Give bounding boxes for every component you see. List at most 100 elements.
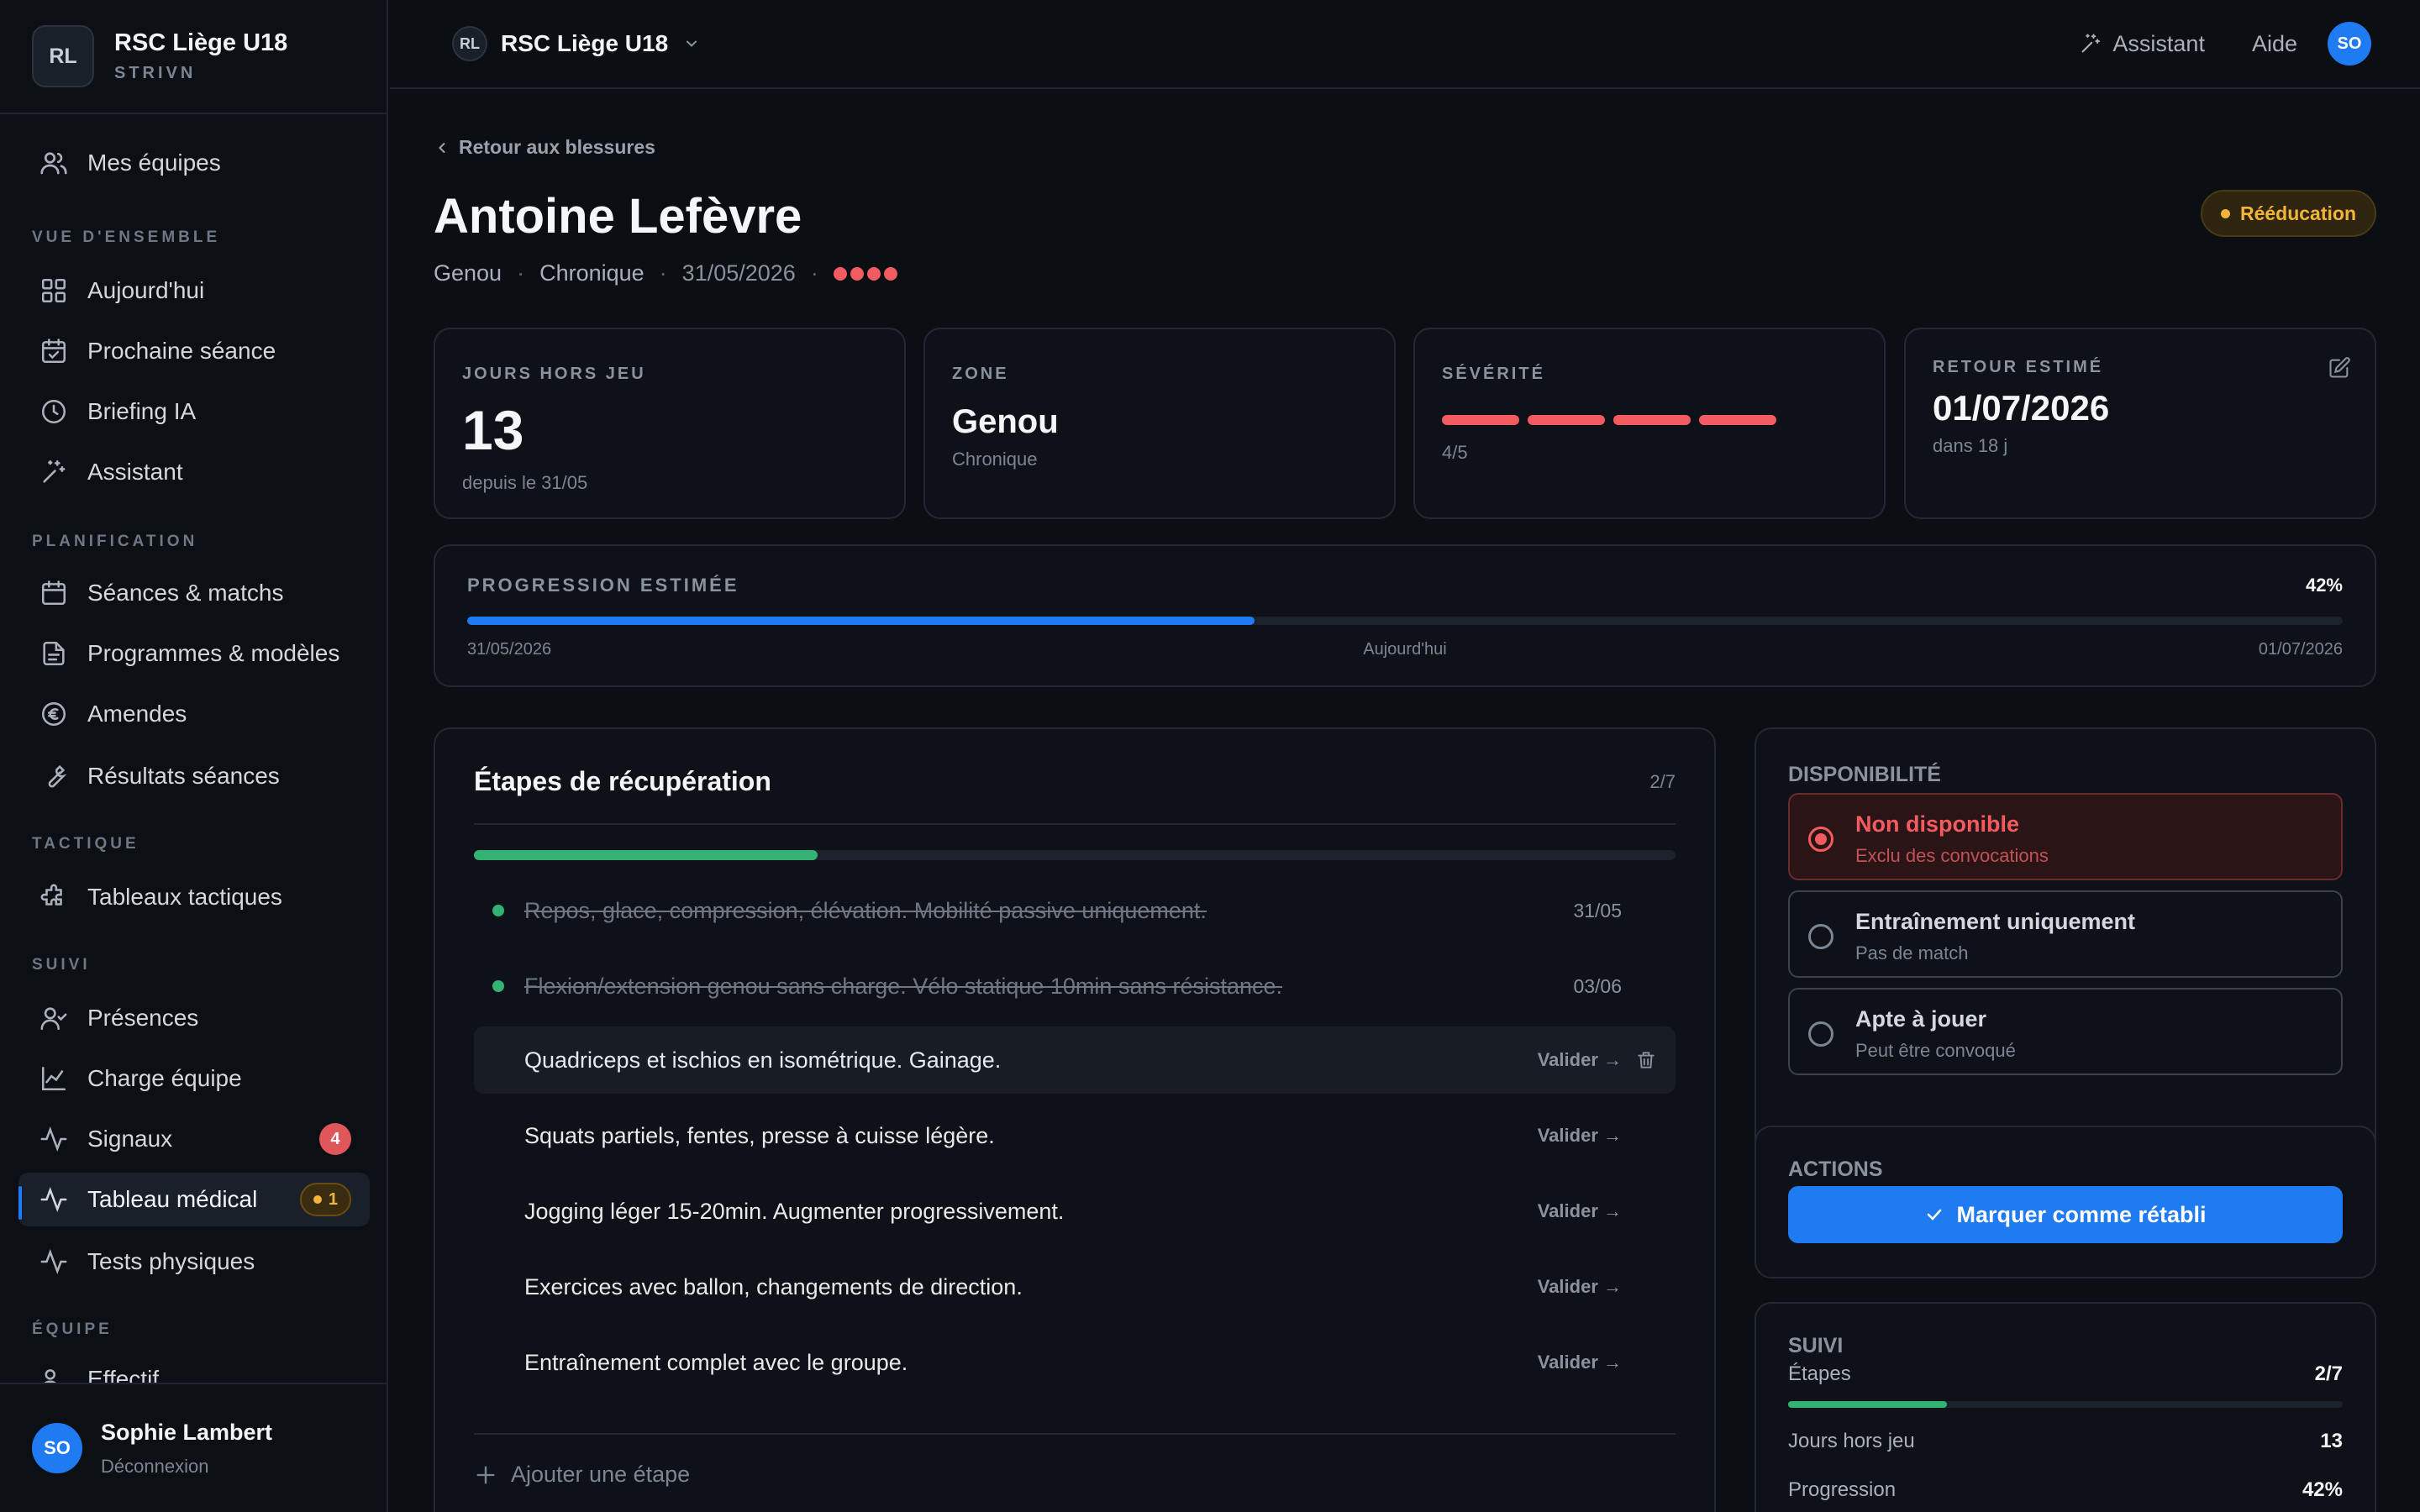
team-switcher[interactable]: RL RSC Liège U18 xyxy=(452,26,700,61)
validate-step-button[interactable]: Valider → xyxy=(1538,1200,1622,1222)
progress-percent: 42% xyxy=(2305,575,2343,596)
tracking-row-steps: Étapes 2/7 xyxy=(1788,1362,2343,1386)
back-link[interactable]: Retour aux blessures xyxy=(434,136,655,159)
validate-step-button[interactable]: Valider → xyxy=(1538,1049,1622,1071)
sidebar-item-my-teams[interactable]: Mes équipes xyxy=(18,136,370,190)
logout-link[interactable]: Déconnexion xyxy=(101,1456,272,1478)
signals-count-badge: 4 xyxy=(319,1123,351,1155)
sidebar-item-label: Aujourd'hui xyxy=(87,277,205,303)
add-step-button[interactable]: Ajouter une étape xyxy=(474,1462,690,1488)
step-row[interactable]: Squats partiels, fentes, presse à cuisse… xyxy=(474,1102,1676,1169)
sidebar-item-tactics-boards[interactable]: Tableaux tactiques xyxy=(18,870,370,924)
validate-step-button[interactable]: Valider → xyxy=(1538,1352,1622,1373)
status-dot xyxy=(2220,208,2230,218)
tracking-row-progress: Progression 42% xyxy=(1788,1478,2343,1502)
badge-dot xyxy=(313,1195,322,1204)
top-user-avatar[interactable]: SO xyxy=(2328,22,2371,66)
recovery-steps-card: Étapes de récupération 2/7 Repos, glace,… xyxy=(434,727,1716,1512)
sidebar-item-programs[interactable]: Programmes & modèles xyxy=(18,627,370,680)
step-date: 31/05 xyxy=(1573,899,1622,921)
file-icon xyxy=(37,637,71,670)
step-done-dot xyxy=(492,980,504,992)
validate-step-button[interactable]: Valider → xyxy=(1538,1125,1622,1147)
progress-today: Aujourd'hui xyxy=(1363,640,1447,659)
option-title: Apte à jouer xyxy=(1855,1006,1987,1032)
step-row[interactable]: Quadriceps et ischios en isométrique. Ga… xyxy=(474,1026,1676,1094)
severity-card: SÉVÉRITÉ 4/5 xyxy=(1413,328,1886,519)
availability-option-unavailable[interactable]: Non disponible Exclu des convocations xyxy=(1788,793,2343,880)
club-header[interactable]: RL RSC Liège U18 STRIVN xyxy=(0,0,387,114)
sidebar-item-attendance[interactable]: Présences xyxy=(18,991,370,1045)
user-check-icon xyxy=(37,1001,71,1035)
team-name: RSC Liège U18 xyxy=(501,30,669,56)
option-sub: Exclu des convocations xyxy=(1855,845,2049,866)
section-tracking: SUIVI xyxy=(32,956,91,974)
tracking-label: Progression xyxy=(1788,1478,1897,1501)
section-planning: PLANIFICATION xyxy=(32,533,198,550)
line-chart-icon xyxy=(37,1062,71,1095)
sidebar-item-today[interactable]: Aujourd'hui xyxy=(18,264,370,318)
sidebar-item-label: Mes équipes xyxy=(87,150,221,176)
user-name: Sophie Lambert xyxy=(101,1419,273,1445)
edit-icon[interactable] xyxy=(2328,356,2351,380)
grid-icon xyxy=(37,274,71,307)
mark-recovered-button[interactable]: Marquer comme rétabli xyxy=(1788,1186,2343,1243)
step-row[interactable]: Jogging léger 15-20min. Augmenter progre… xyxy=(474,1178,1676,1245)
medical-count-badge: 1 xyxy=(299,1183,351,1216)
activity-icon xyxy=(37,1122,71,1156)
medical-count: 1 xyxy=(328,1189,338,1209)
users-icon xyxy=(37,146,71,180)
stat-label: JOURS HORS JEU xyxy=(462,365,646,383)
step-date: 03/06 xyxy=(1573,974,1622,997)
help-link[interactable]: Aide xyxy=(2252,31,2297,57)
availability-option-training-only[interactable]: Entraînement uniquement Pas de match xyxy=(1788,890,2343,978)
availability-option-fit[interactable]: Apte à jouer Peut être convoqué xyxy=(1788,988,2343,1075)
sidebar-item-label: Charge équipe xyxy=(87,1065,242,1091)
calendar-check-icon xyxy=(37,334,71,368)
sidebar-item-assistant[interactable]: Assistant xyxy=(18,445,370,499)
progress-end: 01/07/2026 xyxy=(2258,640,2343,659)
tracking-title: SUIVI xyxy=(1788,1334,1844,1357)
team-chip: RL xyxy=(452,26,487,61)
tracking-label: Jours hors jeu xyxy=(1788,1430,1915,1452)
step-row[interactable]: Exercices avec ballon, changements de di… xyxy=(474,1253,1676,1320)
option-title: Non disponible xyxy=(1855,811,2019,837)
separator: · xyxy=(810,260,818,286)
steps-count: 2/7 xyxy=(1649,771,1676,792)
sidebar-item-medical[interactable]: Tableau médical 1 xyxy=(18,1173,370,1226)
validate-step-button[interactable]: Valider → xyxy=(1538,1276,1622,1298)
section-overview: VUE D'ENSEMBLE xyxy=(32,228,221,246)
club-logo: RL xyxy=(32,25,94,87)
return-value: 01/07/2026 xyxy=(1933,388,2110,428)
sidebar-item-fines[interactable]: Amendes xyxy=(18,687,370,741)
step-text: Flexion/extension genou sans charge. Vél… xyxy=(524,973,1283,999)
injury-meta: Genou · Chronique · 31/05/2026 · xyxy=(434,260,897,286)
trash-icon[interactable] xyxy=(1635,1049,1657,1071)
severity-bar xyxy=(1528,415,1605,425)
tracking-steps-fill xyxy=(1788,1401,1947,1408)
assistant-button[interactable]: Assistant xyxy=(2079,31,2205,57)
sidebar-item-next-session[interactable]: Prochaine séance xyxy=(18,324,370,378)
page-title: Antoine Lefèvre xyxy=(434,189,802,244)
severity-dot xyxy=(866,266,881,281)
section-tactics: TACTIQUE xyxy=(32,835,139,853)
sidebar-item-signals[interactable]: Signaux 4 xyxy=(18,1112,370,1166)
sidebar-item-briefing[interactable]: Briefing IA xyxy=(18,385,370,438)
user-avatar[interactable]: SO xyxy=(32,1423,82,1473)
sidebar-item-physical-tests[interactable]: Tests physiques xyxy=(18,1235,370,1289)
step-text: Quadriceps et ischios en isométrique. Ga… xyxy=(524,1047,1002,1073)
option-sub: Peut être convoqué xyxy=(1855,1040,2016,1061)
step-row[interactable]: Entraînement complet avec le groupe. Val… xyxy=(474,1329,1676,1396)
severity-dot xyxy=(850,266,864,281)
status-badge: Rééducation xyxy=(2200,190,2376,237)
mark-recovered-label: Marquer comme rétabli xyxy=(1956,1201,2207,1227)
actions-card: ACTIONS Marquer comme rétabli xyxy=(1754,1126,2376,1278)
divider xyxy=(474,1433,1676,1435)
severity-bars xyxy=(1442,415,1776,425)
step-text: Jogging léger 15-20min. Augmenter progre… xyxy=(524,1198,1065,1224)
sidebar-item-results[interactable]: Résultats séances xyxy=(18,749,370,803)
severity-dot xyxy=(883,266,897,281)
sidebar-item-sessions[interactable]: Séances & matchs xyxy=(18,566,370,620)
tracking-label: Étapes xyxy=(1788,1362,1851,1385)
sidebar-item-team-load[interactable]: Charge équipe xyxy=(18,1052,370,1105)
